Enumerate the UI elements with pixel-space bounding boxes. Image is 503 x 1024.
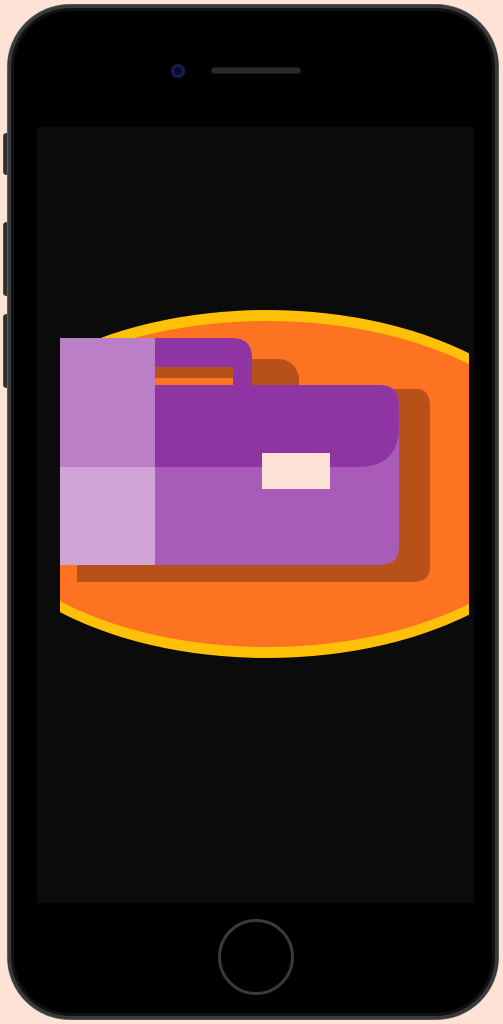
briefcase-clasp: [262, 453, 330, 489]
briefcase-left-panel-bottom: [60, 467, 155, 565]
phone-screen[interactable]: [37, 127, 474, 903]
briefcase-badge-artwork: [60, 310, 469, 658]
earpiece-speaker: [212, 68, 300, 73]
page: [0, 0, 503, 1024]
front-camera: [172, 65, 184, 77]
briefcase-left-panel-top: [60, 338, 155, 467]
home-button[interactable]: [218, 919, 294, 995]
